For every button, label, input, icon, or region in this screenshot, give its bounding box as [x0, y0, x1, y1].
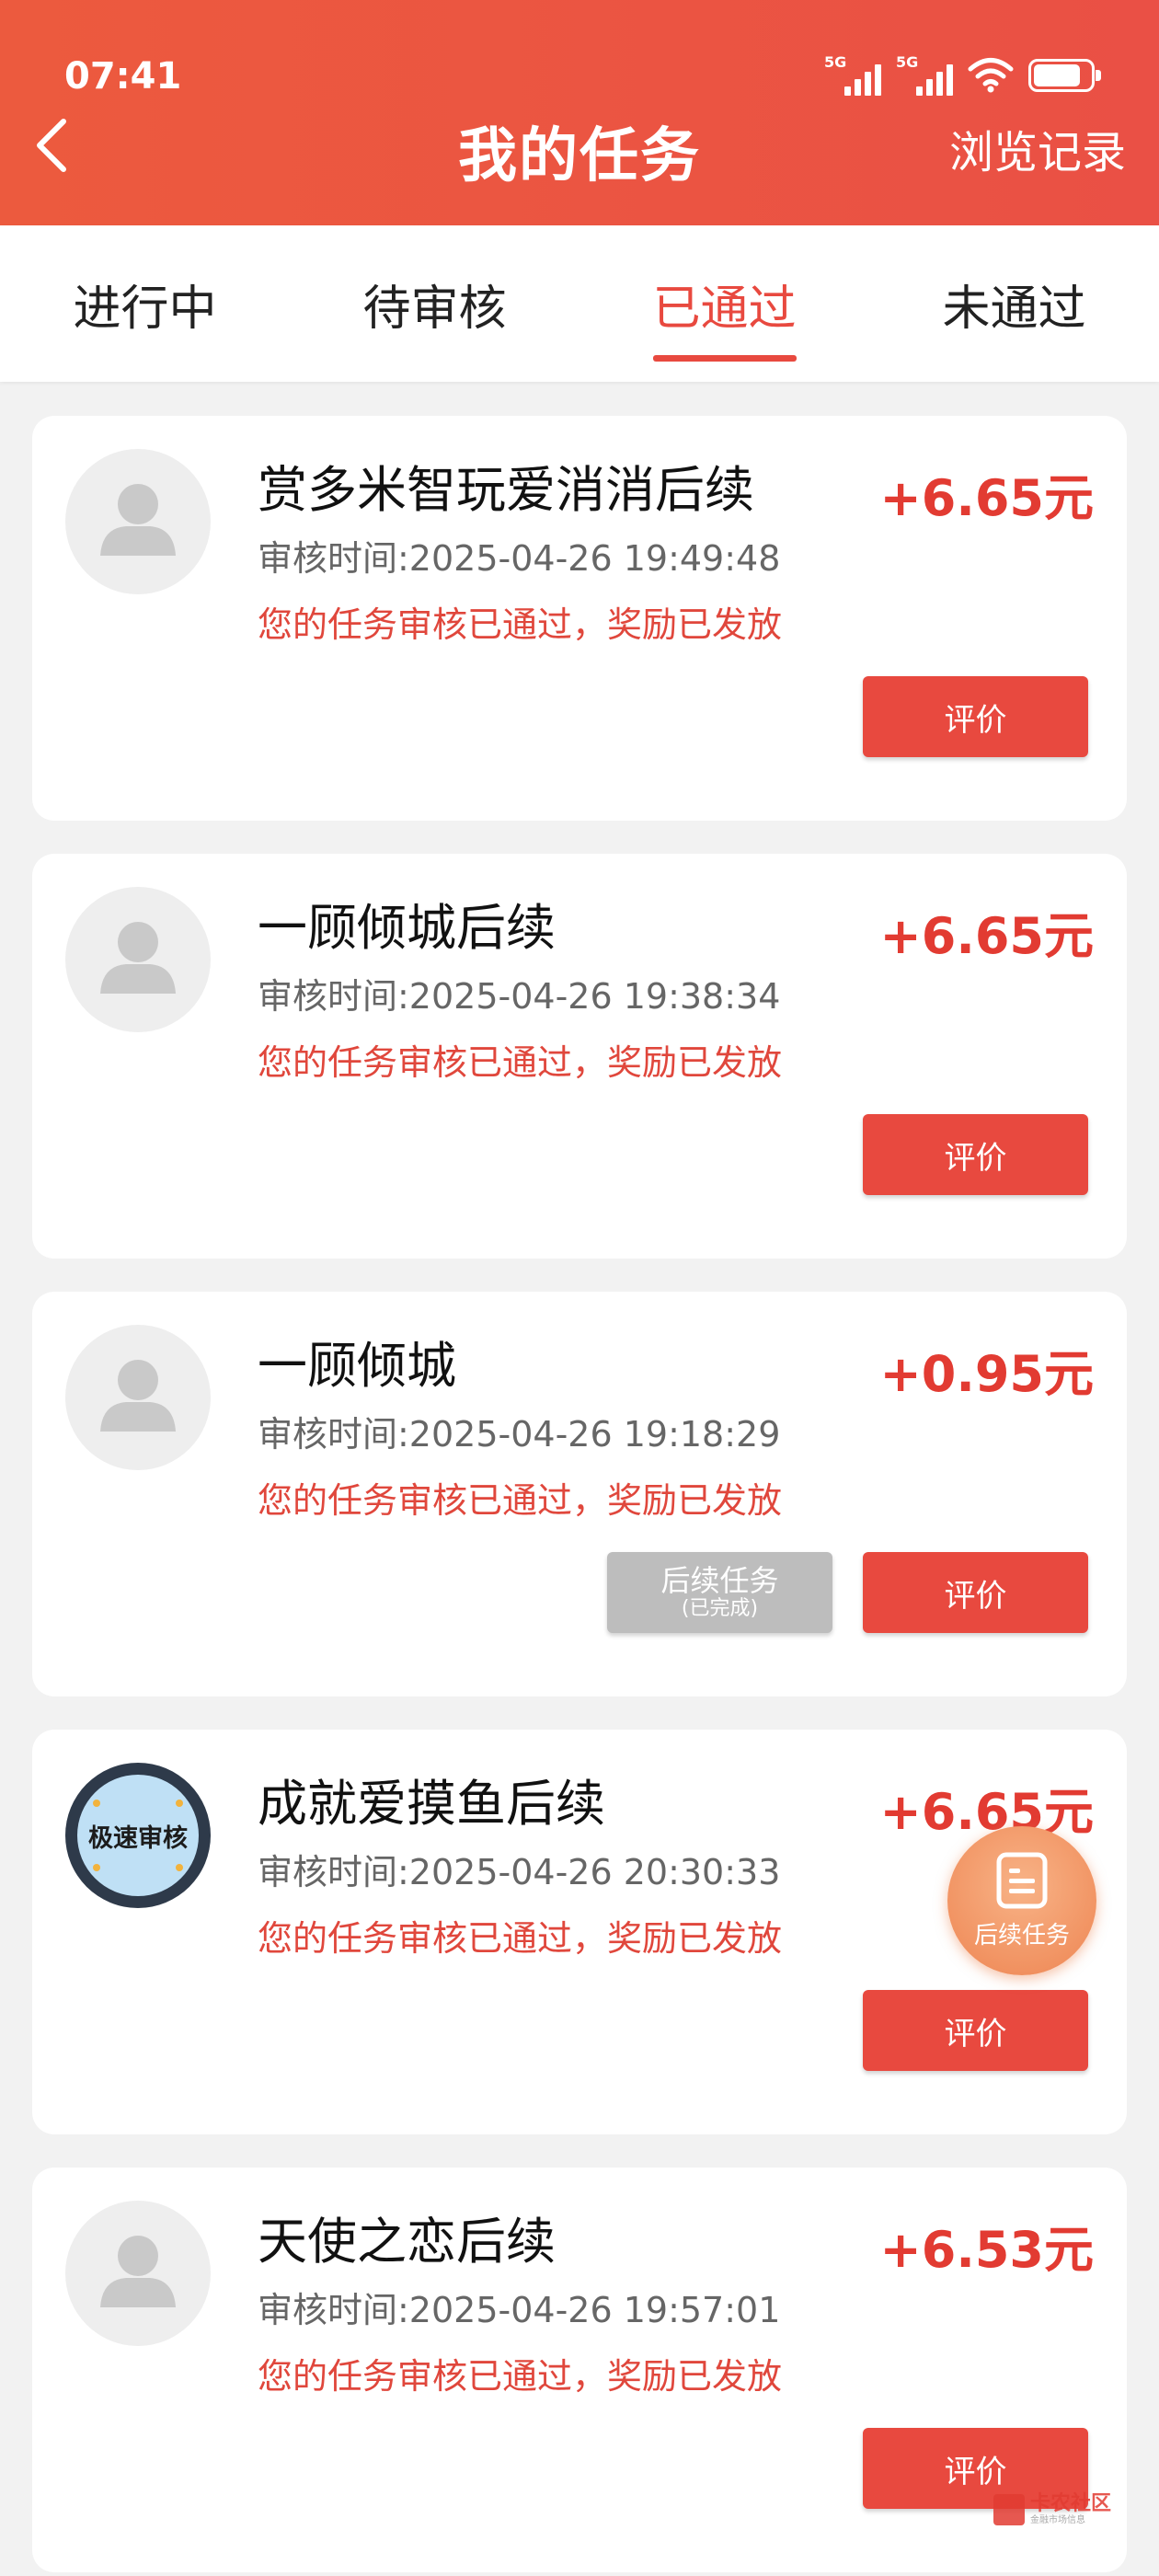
status-message: 您的任务审核已通过，奖励已发放 — [258, 1042, 783, 1083]
avatar — [65, 887, 211, 1032]
task-title: 赏多米智玩爱消消后续 — [258, 461, 754, 519]
user-placeholder-icon — [100, 2236, 176, 2307]
user-placeholder-icon — [100, 922, 176, 994]
rate-button[interactable]: 评价 — [863, 1990, 1088, 2071]
tab-in-progress[interactable]: 进行中 — [0, 225, 290, 382]
watermark-title: 卡农社区 — [1030, 2492, 1112, 2515]
battery-icon — [1028, 59, 1101, 92]
follow-up-status: (已完成) — [681, 1597, 759, 1620]
task-card[interactable]: 天使之恋后续 +6.53元 审核时间:2025-04-26 19:57:01 您… — [32, 2168, 1127, 2572]
avatar: 极速审核 — [65, 1763, 211, 1908]
tab-label: 进行中 — [73, 281, 217, 337]
reward-amount: +6.53元 — [879, 2221, 1094, 2279]
reward-amount: +6.65元 — [879, 907, 1094, 965]
review-time: 审核时间:2025-04-26 19:49:48 — [258, 538, 781, 579]
task-list: 赏多米智玩爱消消后续 +6.65元 审核时间:2025-04-26 19:49:… — [32, 416, 1127, 2576]
task-title: 一顾倾城后续 — [258, 899, 556, 957]
fast-review-badge: 极速审核 — [77, 1775, 199, 1896]
rate-button[interactable]: 评价 — [863, 1552, 1088, 1633]
task-card[interactable]: 一顾倾城 +0.95元 审核时间:2025-04-26 19:18:29 您的任… — [32, 1292, 1127, 1696]
tab-label: 未通过 — [942, 281, 1086, 337]
watermark-logo-icon — [993, 2494, 1025, 2525]
reward-amount: +0.95元 — [879, 1345, 1094, 1403]
rate-button[interactable]: 评价 — [863, 1114, 1088, 1195]
badge-text: 极速审核 — [88, 1823, 188, 1853]
tab-pending-review[interactable]: 待审核 — [290, 225, 580, 382]
avatar — [65, 2201, 211, 2346]
user-placeholder-icon — [100, 1360, 176, 1432]
task-card[interactable]: 赏多米智玩爱消消后续 +6.65元 审核时间:2025-04-26 19:49:… — [32, 416, 1127, 821]
reward-amount: +6.65元 — [879, 1783, 1094, 1841]
app-header: 07:41 5G 5G 我的任务 浏览记录 — [0, 0, 1159, 225]
tab-bar: 进行中 待审核 已通过 未通过 — [0, 225, 1159, 382]
watermark: 卡农社区 金融市场信息 — [993, 2493, 1111, 2526]
tab-approved[interactable]: 已通过 — [580, 225, 869, 382]
follow-up-task-fab[interactable]: 后续任务 — [947, 1826, 1096, 1975]
task-title: 天使之恋后续 — [258, 2213, 556, 2271]
tab-label: 已通过 — [652, 281, 797, 337]
wifi-icon — [968, 58, 1014, 93]
browse-history-link[interactable]: 浏览记录 — [949, 116, 1126, 180]
tab-rejected[interactable]: 未通过 — [869, 225, 1159, 382]
status-message: 您的任务审核已通过，奖励已发放 — [258, 1480, 783, 1521]
avatar — [65, 449, 211, 594]
document-icon — [996, 1852, 1048, 1908]
follow-up-label: 后续任务 — [660, 1563, 779, 1598]
active-tab-indicator — [652, 355, 797, 362]
reward-amount: +6.65元 — [879, 469, 1094, 527]
review-time: 审核时间:2025-04-26 19:57:01 — [258, 2290, 781, 2330]
signal-icon: 5G — [896, 53, 953, 96]
rate-button[interactable]: 评价 — [863, 676, 1088, 757]
avatar — [65, 1325, 211, 1470]
task-title: 成就爱摸鱼后续 — [258, 1775, 605, 1833]
status-message: 您的任务审核已通过，奖励已发放 — [258, 1918, 783, 1959]
task-card[interactable]: 一顾倾城后续 +6.65元 审核时间:2025-04-26 19:38:34 您… — [32, 854, 1127, 1259]
task-title: 一顾倾城 — [258, 1337, 456, 1395]
status-icons: 5G 5G — [824, 53, 1101, 98]
review-time: 审核时间:2025-04-26 19:18:29 — [258, 1414, 781, 1455]
fab-label: 后续任务 — [973, 1921, 1070, 1949]
review-time: 审核时间:2025-04-26 20:30:33 — [258, 1852, 781, 1892]
review-time: 审核时间:2025-04-26 19:38:34 — [258, 976, 781, 1017]
signal-icon: 5G — [824, 53, 881, 96]
status-message: 您的任务审核已通过，奖励已发放 — [258, 604, 783, 645]
follow-up-task-button[interactable]: 后续任务 (已完成) — [607, 1552, 832, 1633]
status-message: 您的任务审核已通过，奖励已发放 — [258, 2356, 783, 2397]
user-placeholder-icon — [100, 484, 176, 556]
watermark-subtitle: 金融市场信息 — [1030, 2515, 1085, 2525]
status-time: 07:41 — [64, 55, 182, 98]
tab-label: 待审核 — [362, 281, 507, 337]
